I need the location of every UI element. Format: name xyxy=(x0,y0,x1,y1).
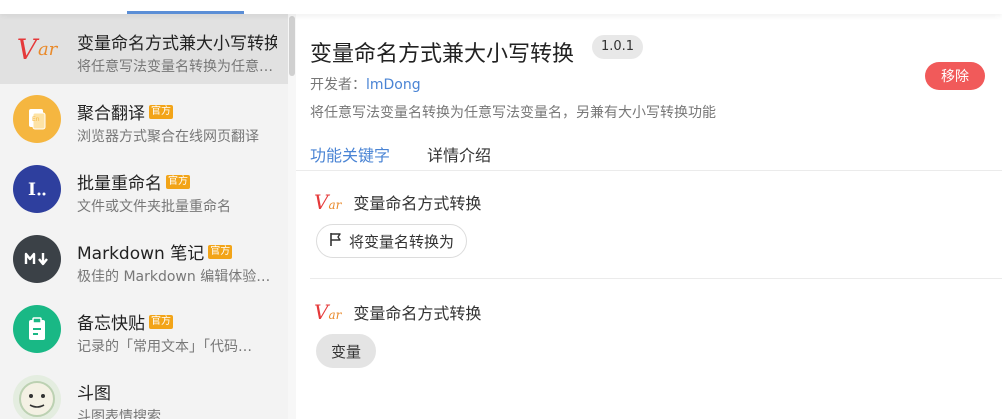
plugin-list-item[interactable]: Var 变量命名方式兼大小写转换 将任意写法变量名转换为任意写法变量名，另兼有大… xyxy=(0,14,288,84)
remove-button[interactable]: 移除 xyxy=(925,62,985,90)
plugin-list-item-desc: 斗图表情搜索 xyxy=(77,409,161,419)
var-logo-icon: Var xyxy=(314,190,342,214)
plugin-list-item-title: 聚合翻译 官方 xyxy=(77,104,173,124)
plugin-title: 变量命名方式兼大小写转换 xyxy=(310,42,575,67)
plugin-list-item-title: 备忘快贴 官方 xyxy=(77,314,173,334)
official-badge: 官方 xyxy=(149,104,173,119)
svg-text:En: En xyxy=(32,116,40,123)
plugin-list-item-desc: 文件或文件夹批量重命名 xyxy=(77,199,231,215)
scroll-thumb[interactable] xyxy=(289,16,295,76)
plugin-list-item-desc: 记录的「常用文本」「代码… xyxy=(77,339,252,355)
flag-icon xyxy=(329,232,343,251)
command-label: 将变量名转换为 xyxy=(349,232,455,251)
official-badge: 官方 xyxy=(149,314,173,329)
svg-text:I: I xyxy=(28,180,36,200)
official-badge: 官方 xyxy=(208,244,233,259)
plugin-list-item[interactable]: 备忘快贴 官方 记录的「常用文本」「代码… xyxy=(0,294,288,364)
developer-label: 开发者： xyxy=(310,77,366,93)
clipboard-icon xyxy=(13,305,61,353)
developer-info: 开发者：lmDong xyxy=(310,74,421,94)
plugin-description: 将任意写法变量名转换为任意写法变量名，另兼有大小写转换功能 xyxy=(310,105,716,121)
meme-face-icon xyxy=(13,375,61,419)
plugin-list-item-title: 斗图 xyxy=(77,384,111,404)
top-strip xyxy=(0,0,1002,14)
translate-icon: En xyxy=(13,95,61,143)
var-logo-icon: Var xyxy=(314,300,342,324)
plugin-list-item-desc: 将任意写法变量名转换为任意写法变量名，另兼有大小写转换功能 xyxy=(77,59,277,75)
sidebar-scrollbar[interactable] xyxy=(288,14,296,419)
plugin-list-item[interactable]: Markdown 笔记 官方 极佳的 Markdown 编辑体验… xyxy=(0,224,288,294)
feature-header: Var 变量命名方式转换 xyxy=(314,300,481,324)
plugin-list-item-title: 批量重命名 官方 xyxy=(77,174,190,194)
feature-divider xyxy=(310,278,1002,279)
plugin-list-sidebar: Var 变量命名方式兼大小写转换 将任意写法变量名转换为任意写法变量名，另兼有大… xyxy=(0,14,288,419)
tab-details[interactable]: 详情介绍 xyxy=(427,142,491,166)
plugin-list-item[interactable]: En 聚合翻译 官方 浏览器方式聚合在线网页翻译 xyxy=(0,84,288,154)
tab-feature-keywords[interactable]: 功能关键字 xyxy=(310,142,390,166)
plugin-list-item-title: 变量命名方式兼大小写转换 xyxy=(77,34,277,54)
command-keyword-chip[interactable]: 将变量名转换为 xyxy=(316,224,468,258)
top-tab-indicator xyxy=(127,11,244,14)
markdown-icon xyxy=(13,235,61,283)
plugin-list-item[interactable]: I 批量重命名 官方 文件或文件夹批量重命名 xyxy=(0,154,288,224)
feature-name: 变量命名方式转换 xyxy=(353,194,482,213)
plugin-list-item-desc: 浏览器方式聚合在线网页翻译 xyxy=(77,129,259,145)
command-label: 变量 xyxy=(331,342,362,361)
tabs-divider xyxy=(296,170,1002,171)
feature-name: 变量命名方式转换 xyxy=(353,304,482,323)
official-badge: 官方 xyxy=(166,174,190,189)
feature-header: Var 变量命名方式转换 xyxy=(314,190,481,214)
plugin-list-item[interactable]: 斗图 斗图表情搜索 xyxy=(0,364,288,419)
rename-icon: I xyxy=(13,165,61,213)
plugin-detail-panel: 变量命名方式兼大小写转换 1.0.1 开发者：lmDong 将任意写法变量名转换… xyxy=(296,14,1002,419)
var-logo-icon: Var xyxy=(16,32,58,66)
version-badge: 1.0.1 xyxy=(592,35,644,59)
plugin-list-item-title: Markdown 笔记 官方 xyxy=(77,244,233,264)
developer-link[interactable]: lmDong xyxy=(366,77,421,93)
plugin-list-item-desc: 极佳的 Markdown 编辑体验… xyxy=(77,269,271,285)
command-keyword-chip[interactable]: 变量 xyxy=(316,334,377,368)
